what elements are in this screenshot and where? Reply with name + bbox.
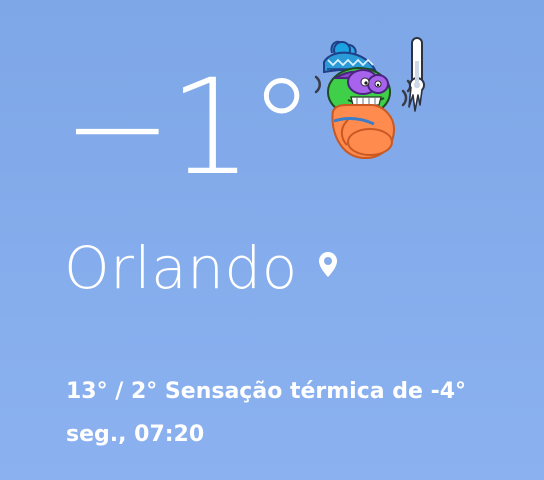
location-pin-icon xyxy=(314,250,342,280)
city-name: Orlando xyxy=(64,234,298,302)
current-temperature: −1° xyxy=(62,51,315,205)
cold-frog-mascot-icon xyxy=(304,34,434,164)
time-label: seg., 07:20 xyxy=(66,422,205,447)
temperature-details: 13° / 2° Sensação térmica de -4° xyxy=(66,379,467,404)
city-row[interactable]: Orlando xyxy=(64,232,342,304)
weather-screen: −1° Orlando 13° / 2° Sensação térmica de… xyxy=(0,0,544,480)
